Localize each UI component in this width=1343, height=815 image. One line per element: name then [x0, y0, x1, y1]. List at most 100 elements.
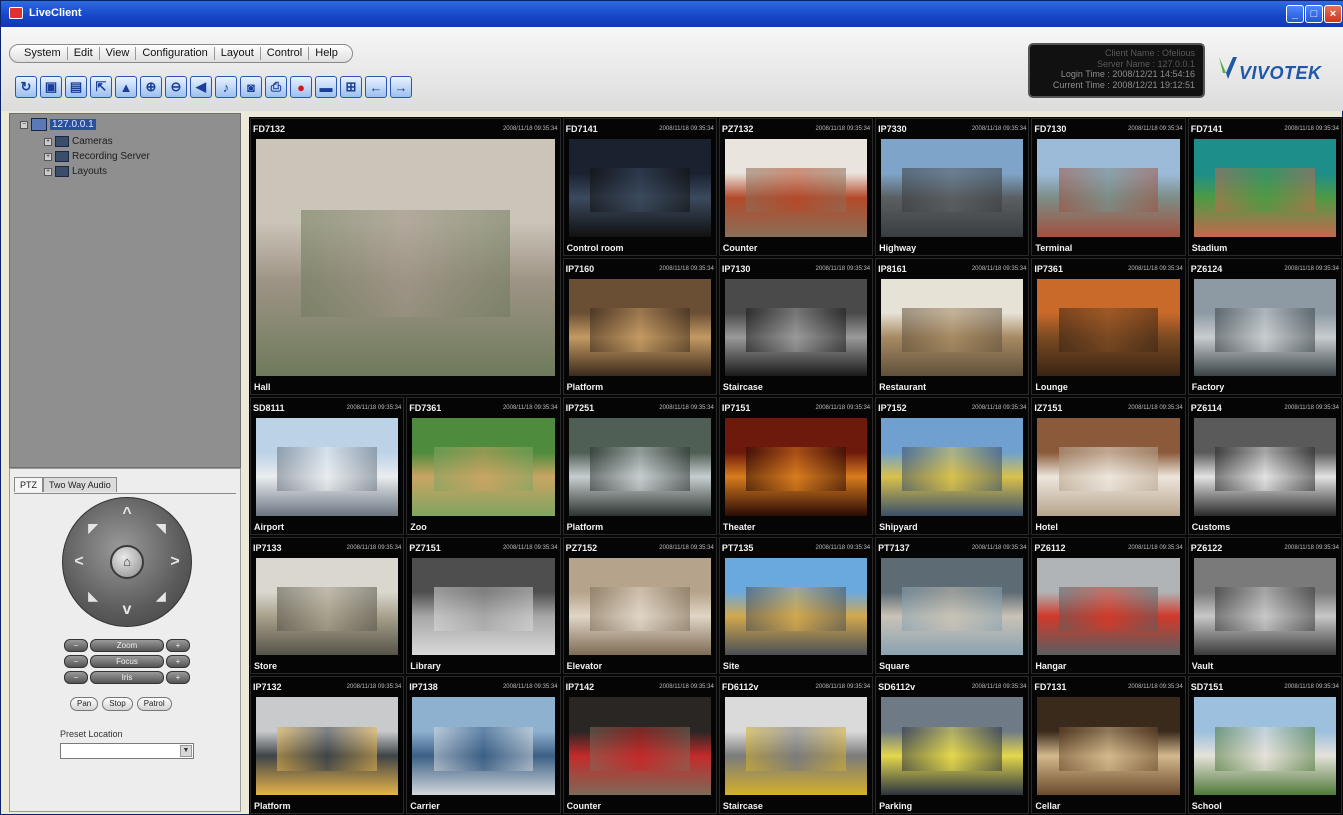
camera-tile[interactable]: FD7141 2008/11/18 09:35:34 Stadium [1187, 118, 1342, 256]
camera-tile[interactable]: FD7361 2008/11/18 09:35:34 Zoo [406, 397, 561, 535]
camera-tile[interactable]: FD7132 2008/11/18 09:35:34 Hall [250, 118, 561, 396]
iris-open-button[interactable]: + [166, 671, 190, 684]
camera-video-feed[interactable] [256, 139, 555, 377]
pan-up-right-button[interactable]: ◥ [146, 513, 176, 543]
tab-ptz[interactable]: PTZ [14, 477, 43, 492]
menu-layout[interactable]: Layout [215, 47, 261, 60]
pan-down-button[interactable]: v [112, 595, 142, 625]
camera-video-feed[interactable] [568, 557, 711, 656]
camera-video-feed[interactable] [881, 278, 1024, 377]
camera-video-feed[interactable] [1037, 278, 1180, 377]
camera-video-feed[interactable] [568, 697, 711, 795]
camera-tile[interactable]: PZ6122 2008/11/18 09:35:34 Vault [1187, 536, 1342, 675]
expand-icon[interactable]: + [44, 167, 52, 176]
camera-tile[interactable]: PZ7152 2008/11/18 09:35:34 Elevator [562, 536, 717, 675]
camera-video-feed[interactable] [1037, 697, 1180, 795]
camera-video-feed[interactable] [1193, 418, 1336, 516]
pan-up-button[interactable]: ^ [112, 499, 142, 529]
camera-video-feed[interactable] [724, 557, 868, 656]
camera-video-feed[interactable] [1193, 139, 1336, 237]
maximize-button[interactable]: □ [1305, 5, 1323, 23]
record-button[interactable]: ● [290, 76, 312, 98]
menu-edit[interactable]: Edit [68, 47, 100, 60]
camera-video-feed[interactable] [881, 557, 1024, 656]
camera-tile[interactable]: IP7151 2008/11/18 09:35:34 Theater [718, 397, 874, 535]
camera-tile[interactable]: PT7137 2008/11/18 09:35:34 Square [875, 536, 1030, 675]
camera-tile[interactable]: IP7361 2008/11/18 09:35:34 Lounge [1031, 257, 1186, 396]
window-button[interactable]: ▣ [40, 76, 62, 98]
camera-video-feed[interactable] [881, 418, 1024, 516]
snapshot-button[interactable]: ◙ [240, 76, 262, 98]
camera-video-feed[interactable] [1193, 278, 1336, 377]
camera-tile[interactable]: IP7130 2008/11/18 09:35:34 Staircase [718, 257, 874, 396]
camera-video-feed[interactable] [412, 697, 555, 795]
tab-two-way-audio[interactable]: Two Way Audio [43, 477, 117, 492]
camera-video-feed[interactable] [568, 278, 711, 377]
patrol-button[interactable]: Patrol [136, 697, 172, 711]
zoom-in-button[interactable]: + [166, 639, 190, 652]
pan-right-button[interactable]: > [160, 547, 190, 577]
export-button[interactable]: ⇱ [90, 76, 112, 98]
camera-tile[interactable]: IP7330 2008/11/18 09:35:34 Highway [875, 118, 1030, 256]
camera-tile[interactable]: PZ6114 2008/11/18 09:35:34 Customs [1187, 397, 1342, 535]
camera-video-feed[interactable] [881, 697, 1024, 795]
camera-video-feed[interactable] [881, 139, 1024, 237]
refresh-button[interactable]: ↻ [15, 76, 37, 98]
camera-video-feed[interactable] [568, 139, 711, 237]
camera-video-feed[interactable] [412, 557, 555, 656]
camera-video-feed[interactable] [256, 418, 399, 516]
preset-location-select[interactable]: ▼ [60, 743, 194, 759]
microphone-button[interactable]: ♪ [215, 76, 237, 98]
camera-tile[interactable]: SD6112v 2008/11/18 09:35:34 Parking [875, 676, 1030, 814]
layout-grid-button[interactable]: ⊞ [340, 76, 362, 98]
camera-video-feed[interactable] [1037, 139, 1180, 237]
collapse-icon[interactable]: − [20, 120, 28, 129]
speaker-button[interactable]: ◀ [190, 76, 212, 98]
camera-video-feed[interactable] [724, 278, 868, 377]
camera-video-feed[interactable] [1037, 418, 1180, 516]
camera-tile[interactable]: FD7130 2008/11/18 09:35:34 Terminal [1031, 118, 1186, 256]
camera-video-feed[interactable] [1193, 697, 1336, 795]
pan-left-button[interactable]: < [64, 547, 94, 577]
camera-tile[interactable]: IP7160 2008/11/18 09:35:34 Platform [562, 257, 717, 396]
pan-down-left-button[interactable]: ◣ [78, 581, 108, 611]
folder-button[interactable]: ▬ [315, 76, 337, 98]
print-button[interactable]: ⎙ [265, 76, 287, 98]
zoom-out-button[interactable]: − [64, 639, 88, 652]
camera-tile[interactable]: IP7133 2008/11/18 09:35:34 Store [250, 536, 405, 675]
forward-arrow-button[interactable]: → [390, 76, 412, 98]
camera-tile[interactable]: FD6112v 2008/11/18 09:35:34 Staircase [718, 676, 874, 814]
camera-tile[interactable]: SD8111 2008/11/18 09:35:34 Airport [250, 397, 405, 535]
zoom-in-button[interactable]: ⊕ [140, 76, 162, 98]
camera-video-feed[interactable] [256, 697, 399, 795]
camera-tile[interactable]: IP7132 2008/11/18 09:35:34 Platform [250, 676, 405, 814]
camera-tile[interactable]: PZ7132 2008/11/18 09:35:34 Counter [718, 118, 874, 256]
camera-tile[interactable]: PT7135 2008/11/18 09:35:34 Site [718, 536, 874, 675]
zoom-out-button[interactable]: ⊖ [165, 76, 187, 98]
camera-tile[interactable]: IP8161 2008/11/18 09:35:34 Restaurant [875, 257, 1030, 396]
menu-system[interactable]: System [18, 47, 68, 60]
camera-video-feed[interactable] [724, 139, 868, 237]
stop-button[interactable]: Stop [102, 697, 133, 711]
camera-video-feed[interactable] [724, 697, 868, 795]
close-button[interactable]: × [1324, 5, 1342, 23]
focus-far-button[interactable]: + [166, 655, 190, 668]
camera-tile[interactable]: IP7138 2008/11/18 09:35:34 Carrier [406, 676, 561, 814]
iris-close-button[interactable]: − [64, 671, 88, 684]
expand-icon[interactable]: + [44, 137, 52, 146]
menu-configuration[interactable]: Configuration [136, 47, 215, 60]
pan-up-left-button[interactable]: ◤ [78, 513, 108, 543]
camera-video-feed[interactable] [412, 418, 555, 516]
windows-button[interactable]: ▤ [65, 76, 87, 98]
menu-view[interactable]: View [100, 47, 137, 60]
pan-button[interactable]: Pan [70, 697, 99, 711]
camera-tile[interactable]: PZ6112 2008/11/18 09:35:34 Hangar [1031, 536, 1186, 675]
dropdown-arrow-icon[interactable]: ▼ [180, 745, 192, 757]
camera-tile[interactable]: IP7152 2008/11/18 09:35:34 Shipyard [875, 397, 1030, 535]
menu-control[interactable]: Control [261, 47, 310, 60]
tree-item-cameras[interactable]: + Cameras [44, 136, 113, 147]
camera-video-feed[interactable] [724, 418, 868, 516]
camera-tile[interactable]: SD7151 2008/11/18 09:35:34 School [1187, 676, 1342, 814]
tree-item-layouts[interactable]: + Layouts [44, 166, 107, 177]
camera-video-feed[interactable] [568, 418, 711, 516]
